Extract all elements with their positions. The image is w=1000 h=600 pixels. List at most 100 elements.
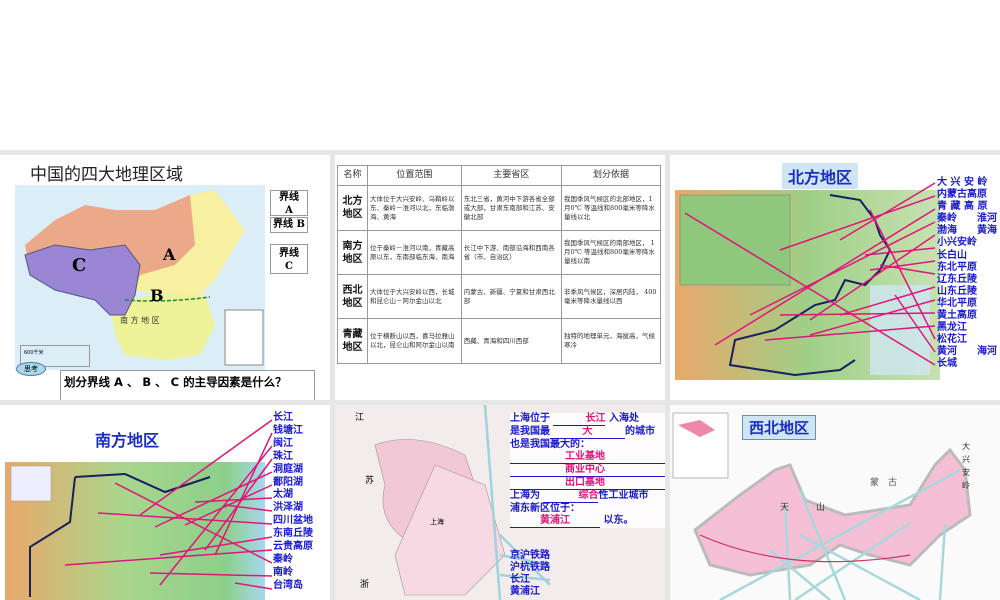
label: 太湖 (273, 489, 293, 501)
shanghai-fill-in-text: 上海位于 长江 入海处 是我国最大的城市 也是我国最大的： 工业基地 商业中心 … (510, 413, 665, 528)
label: 闽江 (273, 437, 293, 449)
cell: 北方地区 (337, 185, 368, 231)
label: 珠江 (273, 450, 293, 462)
slide-thumbnail-1[interactable]: 中国的四大地理区域 C A B 南 方 地 区 界线 A 界线 B 界线 C 6… (0, 155, 330, 400)
label: 黑龙江 (937, 322, 967, 334)
slide-thumbnail-6[interactable]: 天 山 蒙 古 大兴安岭 西北地区 (670, 405, 1000, 600)
map-label-tianshan: 天 山 (780, 503, 826, 513)
cell: 我国季风气候区的北部地区，1月0℃ 等温线和800毫米等降水量线以北 (561, 185, 661, 231)
northwest-region-map (670, 405, 1000, 600)
cell: 大体位于大兴安岭以西，长城和昆仑山－阿尔金山以北 (367, 274, 462, 319)
label: 东北平原 (937, 261, 977, 273)
cell: 大体位于大兴安岭、乌鞘岭以东、秦岭－淮河以北，东临渤海、黄海 (367, 185, 462, 231)
cell: 青藏地区 (337, 318, 368, 364)
header-location: 位置范围 (367, 165, 462, 186)
label: 黄河 海河 (937, 346, 997, 358)
label: 青 藏 高 原 (937, 201, 988, 213)
map-label-mongolia: 蒙 古 (870, 478, 898, 488)
feature-label-list: 大 兴 安 岭内蒙古高原青 藏 高 原秦岭 淮河 渤海 黄海 小兴安岭 长白山 东北平原… (937, 177, 999, 371)
line: 是我国最大的城市 (510, 426, 655, 439)
map-label: 苏 (365, 476, 375, 486)
label: 长白山 (937, 249, 967, 261)
regions-table: 名称 位置范围 主要省区 划分依据 北方地区 大体位于大兴安岭、乌鞘岭以东、秦岭－… (337, 165, 661, 364)
label: 松花江 (937, 334, 967, 346)
label: 山东丘陵 (937, 285, 977, 297)
cell: 位于秦岭－淮河以南，青藏高原以东，东南部临东海、南海 (367, 230, 462, 275)
label: 大 兴 安 岭 (937, 177, 988, 188)
region-label-south: 南 方 地 区 (120, 316, 160, 325)
map-label: 浙 (360, 580, 370, 590)
question-box: 划分界线 A 、 B 、 C 的主导因素是什么？ (60, 370, 315, 400)
cell: 位于横断山以西，喜马拉雅山以北，昆仑山和阿尔金山以南 (367, 318, 462, 364)
boundary-a-box: 界线 A (270, 190, 308, 216)
cell: 长江中下游、南部沿海和西南各省（市、自治区） (460, 230, 563, 275)
label: 台湾岛 (273, 579, 303, 591)
cell: 我国季风气候区的南部地区， 1月0℃ 等温线和800毫米等降水量线以南 (561, 230, 661, 275)
slide-title: 西北地区 (742, 415, 817, 440)
map-label-daxinganling: 大兴安岭 (962, 442, 970, 490)
table-row: 北方地区 大体位于大兴安岭、乌鞘岭以东、秦岭－淮河以北，东临渤海、黄海 东北三省，黄… (337, 185, 661, 231)
line: 出口基地 (510, 477, 665, 490)
label: 长城 (937, 358, 957, 370)
label: 钱塘江 (273, 424, 303, 436)
boundary-label-b: B (150, 286, 164, 305)
cell: 东北三省，黄河中下游各省全部或大部，甘肃东南部和江苏、安徽北部 (460, 185, 563, 231)
label: 长江 (510, 574, 530, 585)
table-header-row: 名称 位置范围 主要省区 划分依据 (337, 165, 661, 186)
label: 四川盆地 (273, 515, 313, 527)
label: 黄浦江 (510, 586, 540, 597)
label: 内蒙古高原 (937, 189, 987, 201)
label: 辽东丘陵 (937, 273, 977, 285)
slide-thumbnail-4[interactable]: 南方地区 长江 钱塘江 闽江 珠江 洞庭湖 鄱阳湖 太湖 洪泽湖 四川盆地 东南丘陵 云贵高原 秦岭南… (0, 405, 330, 600)
label: 洪泽湖 (273, 502, 303, 514)
header-name: 名称 (337, 165, 368, 186)
slide-thumbnail-3[interactable]: 北方地区 大 兴 安 岭内蒙古高原青 藏 高 原秦岭 淮河 渤海 黄海 小兴安岭 长白… (670, 155, 1000, 400)
label: 黄土高原 (937, 310, 977, 322)
line: 上海为 综合性工业城市 (510, 490, 649, 503)
table-row: 西北地区 大体位于大兴安岭以西，长城和昆仑山－阿尔金山以北 内蒙古、新疆、宁夏和甘肃… (337, 274, 661, 319)
slide-title: 中国的四大地理区域 (30, 165, 183, 185)
header-provinces: 主要省区 (460, 165, 563, 186)
label: 京沪铁路 (510, 550, 550, 561)
label: 东南丘陵 (273, 528, 313, 540)
boundary-label-c: C (72, 255, 87, 276)
cell: 非季风气候区，深居内陆， 400毫米等降水量线以西 (561, 274, 661, 319)
think-bubble: 思考 (16, 362, 46, 376)
label: 云贵高原 (273, 541, 313, 553)
label: 华北平原 (937, 297, 977, 309)
label: 洞庭湖 (273, 463, 303, 475)
line: 上海位于 长江 入海处 (510, 413, 639, 426)
label: 渤海 黄海 (937, 225, 997, 237)
line: 商业中心 (510, 464, 665, 477)
map-label: 上海 (430, 518, 444, 526)
cell: 内蒙古、新疆、宁夏和甘肃西北部 (460, 274, 563, 319)
map-label: 江 (355, 413, 365, 423)
label: 小兴安岭 (937, 237, 977, 249)
slide-sorter-top-area (0, 0, 1000, 150)
cell: 独特的地理单元，海拔高，气候寒冷 (561, 318, 661, 364)
label: 南岭 (273, 566, 293, 578)
cell: 西藏、青海和四川西部 (460, 318, 563, 364)
route-labels: 京沪铁路 沪杭铁路 长江 黄浦江 (510, 550, 550, 598)
line: 黄浦江 以东。 (510, 515, 665, 528)
table-row: 青藏地区 位于横断山以西，喜马拉雅山以北，昆仑山和阿尔金山以南 西藏、青海和四川西部… (337, 318, 661, 364)
table-row: 南方地区 位于秦岭－淮河以南，青藏高原以东，东南部临东海、南海 长江中下游、南部沿海… (337, 230, 661, 275)
china-regions-map (15, 185, 265, 370)
header-basis: 划分依据 (561, 165, 661, 186)
slide-thumbnail-5[interactable]: 江 苏 上海 浙 上海位于 长江 入海处 是我国最大的城市 也是我国最大的： 工… (335, 405, 665, 600)
label: 沪杭铁路 (510, 562, 550, 573)
line: 也是我国最大的： (510, 439, 590, 450)
boundary-b-box: 界线 B (270, 217, 308, 233)
slide-thumbnail-2[interactable]: 名称 位置范围 主要省区 划分依据 北方地区 大体位于大兴安岭、乌鞘岭以东、秦岭－… (335, 155, 665, 400)
cell: 南方地区 (337, 230, 368, 275)
slide-sorter-grid: 中国的四大地理区域 C A B 南 方 地 区 界线 A 界线 B 界线 C 6… (0, 150, 1000, 600)
label: 秦岭 淮河 (937, 213, 997, 225)
slide-title: 南方地区 (95, 431, 160, 450)
line: 工业基地 (510, 451, 665, 464)
label: 秦岭 (273, 553, 293, 565)
label: 鄱阳湖 (273, 476, 303, 488)
cell: 西北地区 (337, 274, 368, 319)
label: 长江 (273, 412, 293, 423)
boundary-label-a: A (163, 245, 176, 264)
slide-title: 北方地区 (782, 163, 859, 189)
